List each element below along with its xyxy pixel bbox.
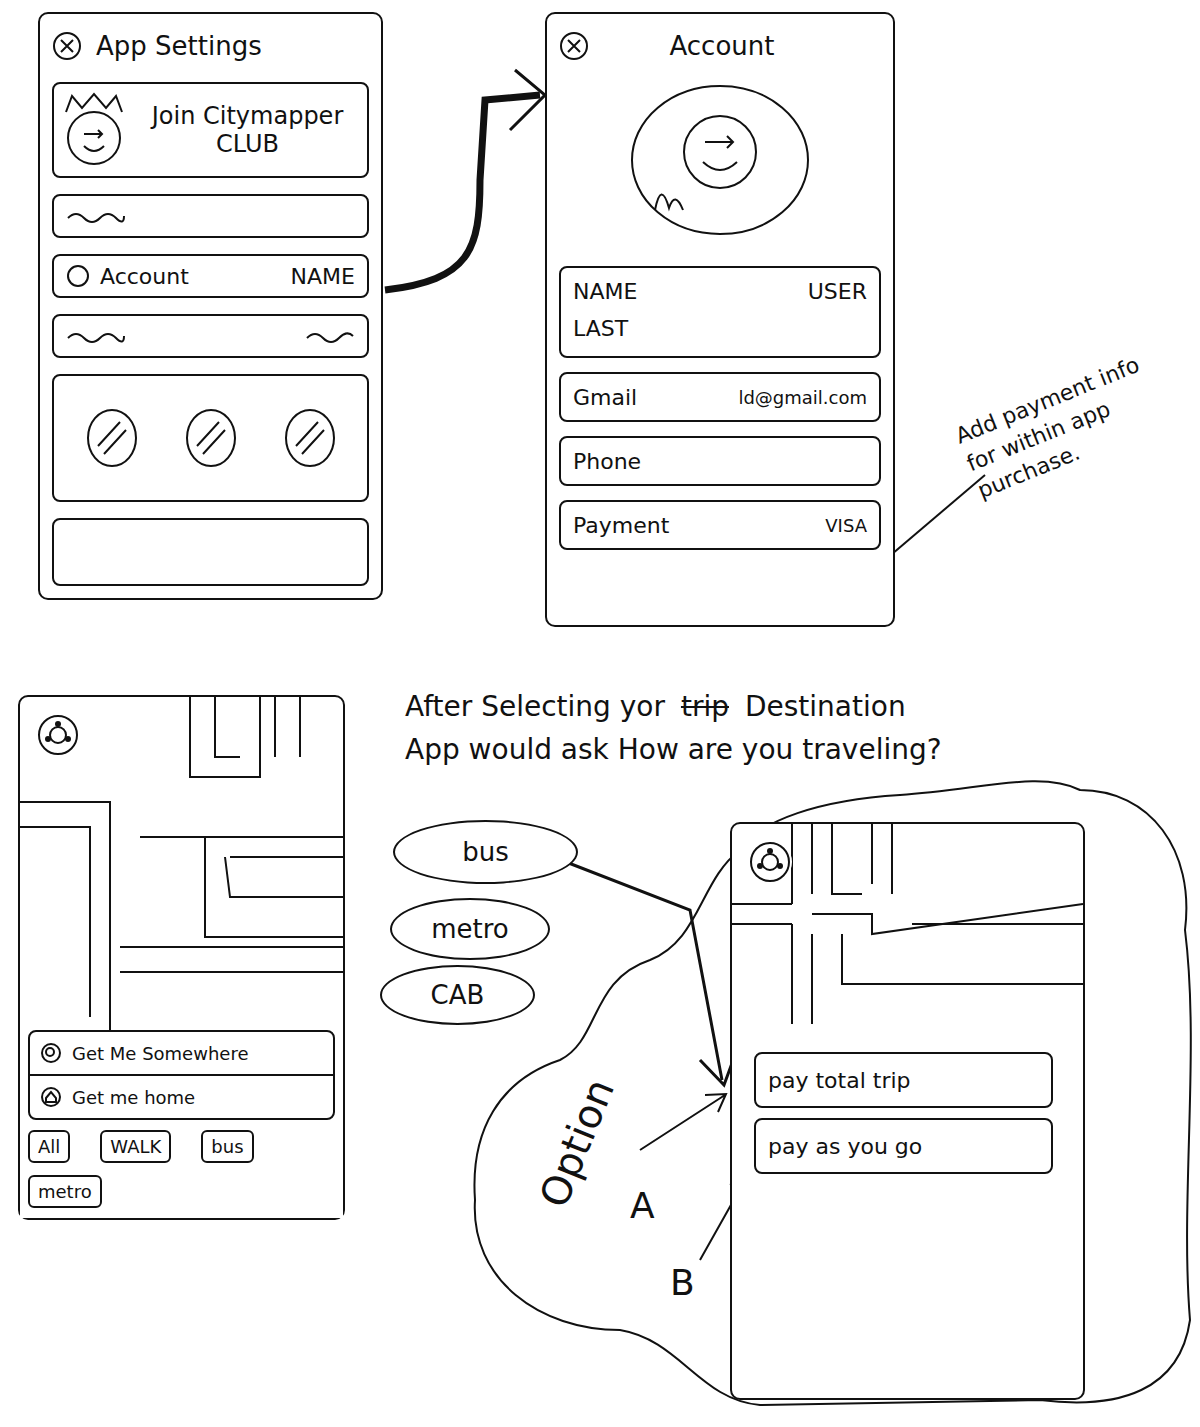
flow-annotation-part: After Selecting yor	[405, 690, 665, 723]
account-name: NAME	[291, 264, 355, 289]
search-item[interactable]: Get me home	[30, 1074, 333, 1118]
mode-filters: All WALK bus metro	[28, 1130, 335, 1208]
locate-icon[interactable]	[36, 713, 80, 757]
account-field[interactable]: Gmail ld@gmail.com	[559, 372, 881, 422]
bottom-bar	[52, 518, 369, 586]
option-letter: A	[630, 1185, 655, 1226]
field-value: ld@gmail.com	[738, 387, 867, 408]
option-letter: B	[670, 1262, 695, 1303]
payment-annotation: Add payment info for within app purchase…	[951, 343, 1184, 506]
squiggle-icon	[66, 328, 126, 344]
club-text: Join CitymapperCLUB	[136, 102, 359, 158]
mode-filter[interactable]: metro	[28, 1175, 102, 1208]
club-text-line: Join Citymapper	[152, 102, 344, 130]
profile-photo-icon[interactable]	[625, 80, 815, 240]
flow-annotation-part: trip	[681, 690, 729, 723]
first-name-line: NAME USER	[573, 276, 867, 306]
name-value: USER	[808, 279, 867, 304]
mode-filter[interactable]: WALK	[100, 1130, 171, 1163]
squiggle-icon	[305, 328, 355, 344]
search-item-label: Get me home	[72, 1087, 195, 1108]
placeholder-row[interactable]	[52, 194, 369, 238]
account-avatar-icon	[66, 264, 90, 288]
settings-header: App Settings	[52, 26, 369, 66]
close-icon[interactable]	[559, 31, 589, 61]
crowned-face-icon	[62, 90, 126, 170]
last-name-label: LAST	[573, 316, 867, 346]
flow-annotation-part: Destination	[745, 690, 906, 723]
placeholder-row[interactable]	[52, 314, 369, 358]
account-label: Account	[100, 264, 189, 289]
account-row[interactable]: Account NAME	[52, 254, 369, 298]
travel-option[interactable]: bus	[393, 820, 578, 884]
option-label: Option	[530, 1072, 623, 1213]
club-banner[interactable]: Join CitymapperCLUB	[52, 82, 369, 178]
payment-note-leader	[885, 475, 985, 560]
map-controls: Get Me Somewhere Get me home All WALK bus met…	[20, 1030, 343, 1218]
shortcut-icon[interactable]	[82, 406, 142, 470]
flow-question: App would ask How are you traveling?	[405, 733, 1085, 766]
payment-options: pay total trip pay as you go	[732, 1052, 1083, 1174]
shortcut-icon[interactable]	[181, 406, 241, 470]
payment-option-label: pay total trip	[768, 1068, 911, 1093]
payment-screen: pay total trip pay as you go	[730, 822, 1085, 1400]
account-title: Account	[603, 31, 881, 61]
search-icon	[40, 1042, 62, 1064]
name-field[interactable]: NAME USER LAST	[559, 266, 881, 358]
field-label: Phone	[573, 449, 641, 474]
name-label: NAME	[573, 279, 637, 304]
field-label: Payment	[573, 513, 669, 538]
bus-arrow	[548, 855, 722, 1080]
payment-option[interactable]: pay as you go	[754, 1118, 1053, 1174]
home-icon	[40, 1086, 62, 1108]
shortcut-icon[interactable]	[280, 406, 340, 470]
travel-option[interactable]: CAB	[380, 965, 535, 1025]
mode-filter[interactable]: All	[28, 1130, 70, 1163]
option-cloud	[474, 781, 1190, 1405]
payment-option-label: pay as you go	[768, 1134, 922, 1159]
shortcut-card	[52, 374, 369, 502]
field-label: Gmail	[573, 385, 637, 410]
map-screen: Get Me Somewhere Get me home All WALK bus met…	[18, 695, 345, 1220]
account-header: Account	[559, 26, 881, 66]
payment-option[interactable]: pay total trip	[754, 1052, 1053, 1108]
search-item-label: Get Me Somewhere	[72, 1043, 248, 1064]
field-value: VISA	[825, 515, 867, 536]
account-field[interactable]: Phone	[559, 436, 881, 486]
close-icon[interactable]	[52, 31, 82, 61]
account-field[interactable]: Payment VISA	[559, 500, 881, 550]
squiggle-icon	[66, 208, 126, 224]
account-screen: Account NAME USER LAST Gmail ld@gmail.com Phon…	[545, 12, 895, 627]
search-box: Get Me Somewhere Get me home	[28, 1030, 335, 1120]
settings-screen: App Settings Join CitymapperCLUB Account NA…	[38, 12, 383, 600]
settings-title: App Settings	[96, 31, 262, 61]
wireframe-sketch: App Settings Join CitymapperCLUB Account NA…	[0, 0, 1200, 1427]
travel-option[interactable]: metro	[390, 898, 550, 960]
search-item[interactable]: Get Me Somewhere	[30, 1032, 333, 1074]
flow-annotation-line: After Selecting yor trip Destination	[405, 690, 1085, 723]
option-a-arrow	[640, 1094, 726, 1150]
locate-icon[interactable]	[748, 840, 792, 884]
mode-filter[interactable]: bus	[201, 1130, 253, 1163]
club-text-line: CLUB	[216, 130, 279, 158]
flow-annotation: After Selecting yor trip Destination App wo…	[405, 690, 1085, 766]
